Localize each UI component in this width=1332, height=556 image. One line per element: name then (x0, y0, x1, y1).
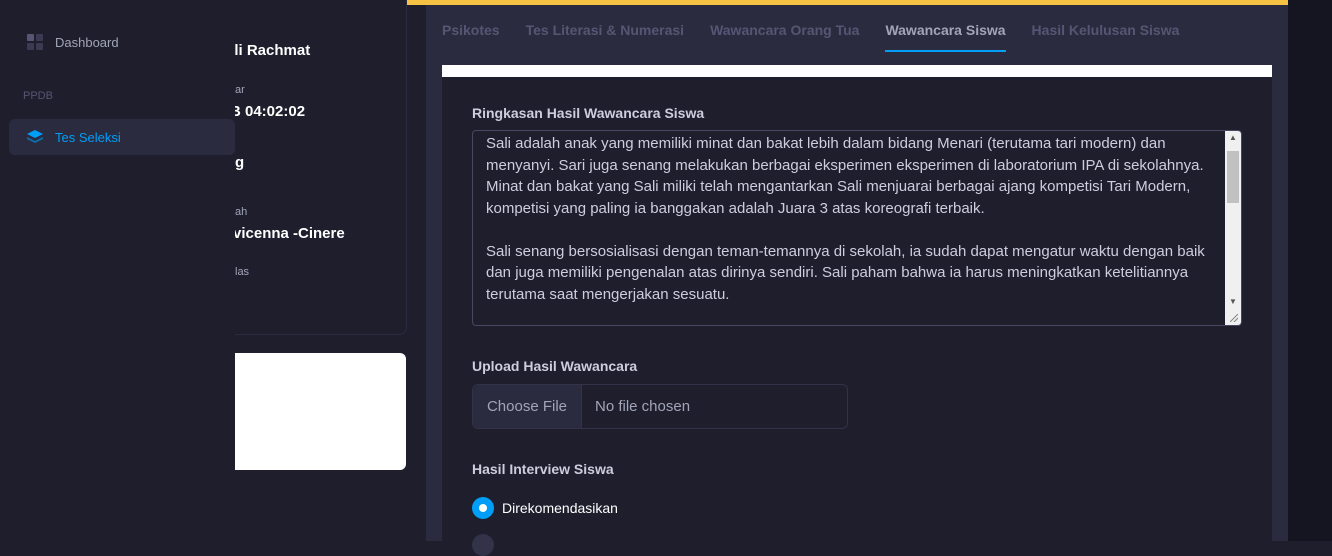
radio-direkomendasikan[interactable]: Direkomendasikan (472, 497, 618, 519)
right-strip (1288, 0, 1332, 541)
tab-wawancara-siswa[interactable]: Wawancara Siswa (885, 22, 1006, 52)
scroll-down-icon[interactable]: ▼ (1225, 295, 1241, 309)
choose-file-button[interactable]: Choose File (473, 385, 582, 428)
white-strip (442, 65, 1272, 77)
textarea-scrollbar[interactable]: ▲ ▼ (1225, 131, 1241, 325)
tab-hasil-kelulusan[interactable]: Hasil Kelulusan Siswa (1032, 22, 1180, 52)
tab-tes-literasi[interactable]: Tes Literasi & Numerasi (526, 22, 684, 52)
profile-value: g (235, 154, 245, 171)
upload-label: Upload Hasil Wawancara (472, 358, 638, 374)
interview-result-label: Hasil Interview Siswa (472, 461, 614, 477)
student-name: ali Rachmat (226, 42, 311, 59)
dashboard-icon (25, 32, 45, 52)
sidebar-section-label: PPDB (23, 90, 53, 102)
scroll-thumb[interactable] (1227, 151, 1239, 203)
scroll-up-icon[interactable]: ▲ (1225, 131, 1241, 145)
summary-label: Ringkasan Hasil Wawancara Siswa (472, 105, 705, 121)
file-input[interactable]: Choose File No file chosen (472, 384, 848, 429)
registration-time: B 04:02:02 (230, 103, 306, 120)
layers-icon (25, 127, 45, 147)
sidebar: Dashboard PPDB Tes Seleksi (0, 0, 235, 541)
sidebar-item-label: Tes Seleksi (55, 129, 121, 145)
sidebar-item-tes-seleksi[interactable]: Tes Seleksi (9, 119, 235, 155)
radio-label: Direkomendasikan (502, 500, 618, 516)
tab-psikotes[interactable]: Psikotes (442, 22, 500, 52)
school-label: ah (235, 206, 248, 218)
radio-checked-icon[interactable] (472, 497, 494, 519)
summary-text: Sali adalah anak yang memiliki minat dan… (486, 135, 1205, 303)
resize-handle-icon[interactable] (1228, 312, 1240, 324)
sidebar-item-label: Dashboard (55, 34, 119, 50)
sidebar-item-dashboard[interactable]: Dashboard (9, 24, 235, 60)
radio-option-2[interactable] (472, 534, 494, 556)
file-status: No file chosen (595, 398, 691, 415)
tab-wawancara-orang-tua[interactable]: Wawancara Orang Tua (710, 22, 859, 52)
school-name: vicenna -Cinere (233, 225, 345, 242)
registration-label: ar (235, 84, 245, 96)
tab-bar: Psikotes Tes Literasi & Numerasi Wawanca… (442, 22, 1205, 52)
class-label: las (235, 266, 250, 278)
summary-textarea[interactable]: Sali adalah anak yang memiliki minat dan… (472, 130, 1242, 326)
